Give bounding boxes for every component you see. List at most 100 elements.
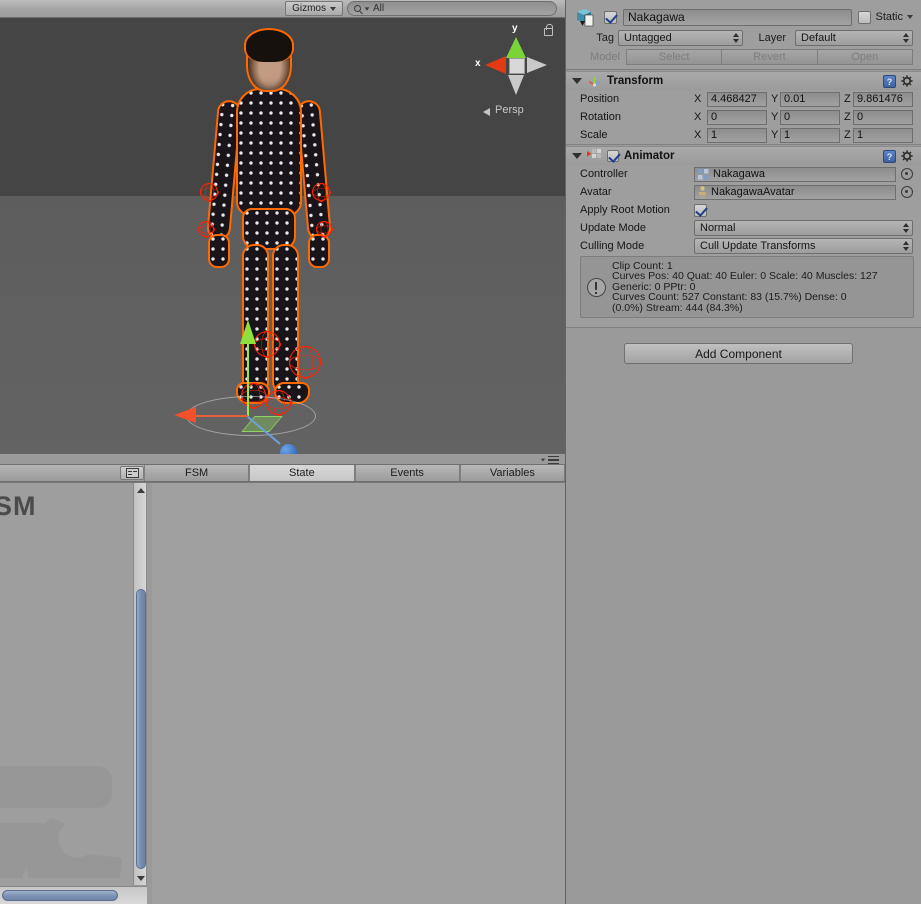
object-name-value: Nakagawa bbox=[628, 10, 685, 24]
scale-z-input[interactable]: 1 bbox=[853, 127, 913, 143]
scene-viewport[interactable]: y x Persp bbox=[0, 18, 565, 454]
transform-component: Transform ? Position X 4.468427 Y 0.01 Z… bbox=[566, 71, 921, 145]
gizmo-axis-xneg-cone-icon[interactable] bbox=[527, 57, 547, 73]
update-mode-dropdown[interactable]: Normal bbox=[694, 220, 913, 236]
panel-splitter[interactable] bbox=[0, 454, 565, 464]
model-revert-button[interactable]: Revert bbox=[722, 49, 818, 65]
character-hair bbox=[244, 28, 294, 62]
tab-fsm[interactable]: FSM bbox=[144, 465, 250, 481]
avatar-objectfield[interactable]: NakagawaAvatar bbox=[694, 184, 896, 200]
chevron-down-icon bbox=[330, 6, 336, 11]
transform-component-header[interactable]: Transform ? bbox=[566, 72, 921, 90]
persp-toggle-icon[interactable] bbox=[483, 108, 490, 116]
chevron-down-icon bbox=[137, 875, 145, 881]
apply-root-motion-label: Apply Root Motion bbox=[580, 204, 670, 216]
axis-x-label: X bbox=[694, 111, 702, 123]
inspector-panel: Nakagawa Static Tag Untagged Layer Defau… bbox=[565, 0, 921, 904]
scroll-thumb-vertical[interactable] bbox=[136, 589, 146, 869]
gizmo-axis-y-cone-icon[interactable] bbox=[506, 37, 526, 58]
animator-enabled-checkbox[interactable] bbox=[607, 150, 619, 162]
tag-layer-row: Tag Untagged Layer Default bbox=[566, 29, 921, 47]
position-x-input[interactable]: 4.468427 bbox=[707, 91, 767, 107]
fsm-graph-area[interactable]: SM bbox=[0, 483, 133, 885]
updown-arrows-icon bbox=[903, 241, 909, 251]
controller-picker-button[interactable] bbox=[901, 168, 913, 180]
gizmo-z-axis-handle[interactable] bbox=[280, 444, 297, 454]
axis-z-label: Z bbox=[844, 111, 851, 123]
fsm-panel-body: SM bbox=[0, 482, 565, 904]
scale-y-input[interactable]: 1 bbox=[780, 127, 840, 143]
tab-state[interactable]: State bbox=[249, 465, 355, 481]
axis-x-label: X bbox=[694, 129, 702, 141]
static-toggle-group[interactable]: Static bbox=[858, 10, 913, 24]
chevron-up-icon bbox=[137, 487, 145, 493]
collider-gizmo-sphere bbox=[312, 183, 330, 201]
fsm-horizontal-scrollbar[interactable] bbox=[0, 886, 147, 904]
search-filter-caret-icon[interactable] bbox=[364, 6, 370, 11]
object-name-input[interactable]: Nakagawa bbox=[623, 8, 853, 26]
gear-icon[interactable] bbox=[901, 75, 913, 87]
tab-variables[interactable]: Variables bbox=[459, 465, 565, 481]
scroll-up-button[interactable] bbox=[134, 483, 148, 497]
gizmo-axis-ydown-cone-icon[interactable] bbox=[508, 75, 524, 95]
avatar-label: Avatar bbox=[580, 186, 612, 198]
fsm-vertical-scrollbar[interactable] bbox=[133, 483, 147, 885]
static-checkbox[interactable] bbox=[858, 10, 872, 24]
model-open-button[interactable]: Open bbox=[817, 49, 913, 65]
add-component-button[interactable]: Add Component bbox=[624, 343, 853, 364]
scroll-down-button[interactable] bbox=[134, 871, 148, 885]
model-select-button[interactable]: Select bbox=[626, 49, 723, 65]
fsm-state-inspector-area[interactable] bbox=[152, 483, 565, 904]
avatar-value: NakagawaAvatar bbox=[711, 186, 795, 198]
tag-dropdown[interactable]: Untagged bbox=[618, 30, 743, 46]
rotation-x-input[interactable]: 0 bbox=[707, 109, 767, 125]
lock-icon[interactable] bbox=[544, 24, 553, 36]
culling-mode-value: Cull Update Transforms bbox=[700, 240, 816, 252]
gizmo-y-axis-handle[interactable] bbox=[240, 320, 256, 344]
tab-events-label: Events bbox=[390, 467, 424, 479]
transform-rotation-row: Rotation X 0 Y 0 Z 0 bbox=[566, 108, 921, 126]
animator-icon bbox=[587, 148, 602, 164]
culling-mode-dropdown[interactable]: Cull Update Transforms bbox=[694, 238, 913, 254]
character-torso bbox=[236, 88, 302, 216]
help-icon[interactable]: ? bbox=[883, 149, 896, 163]
object-enabled-checkbox[interactable] bbox=[604, 10, 617, 24]
axis-y-label: Y bbox=[771, 93, 779, 105]
foldout-triangle-icon[interactable] bbox=[572, 78, 582, 84]
projection-mode-label[interactable]: Persp bbox=[495, 104, 524, 116]
transform-move-gizmo[interactable] bbox=[174, 318, 348, 454]
scene-orientation-gizmo[interactable]: y x Persp bbox=[475, 23, 555, 123]
fsm-window-button[interactable] bbox=[120, 466, 144, 480]
gizmo-x-axis-handle[interactable] bbox=[174, 407, 196, 423]
panel-options-menu[interactable] bbox=[540, 456, 559, 464]
layer-dropdown[interactable]: Default bbox=[795, 30, 913, 46]
tab-state-label: State bbox=[289, 467, 315, 479]
scale-x-input[interactable]: 1 bbox=[707, 127, 767, 143]
gizmo-axis-x-cone-icon[interactable] bbox=[485, 56, 506, 74]
animator-component-header[interactable]: Animator ? bbox=[566, 147, 921, 165]
scene-search-input[interactable]: All bbox=[347, 1, 557, 16]
gizmo-center-cube[interactable] bbox=[509, 58, 525, 74]
rotation-y-input[interactable]: 0 bbox=[780, 109, 840, 125]
gear-icon[interactable] bbox=[901, 150, 913, 162]
rotation-z-input[interactable]: 0 bbox=[853, 109, 913, 125]
apply-root-motion-checkbox[interactable] bbox=[694, 203, 707, 217]
help-icon[interactable]: ? bbox=[883, 74, 896, 88]
update-mode-label: Update Mode bbox=[580, 222, 647, 234]
tab-events[interactable]: Events bbox=[354, 465, 460, 481]
position-z-input[interactable]: 9.861476 bbox=[853, 91, 913, 107]
scale-label: Scale bbox=[580, 129, 608, 141]
position-y-input[interactable]: 0.01 bbox=[780, 91, 840, 107]
chevron-down-icon[interactable] bbox=[907, 15, 913, 19]
scene-view-toolbar: Gizmos All bbox=[0, 0, 565, 18]
window-icon bbox=[125, 468, 139, 478]
controller-objectfield[interactable]: Nakagawa bbox=[694, 166, 896, 182]
scroll-thumb-horizontal[interactable] bbox=[2, 890, 118, 901]
axis-y-label: Y bbox=[771, 129, 779, 141]
avatar-picker-button[interactable] bbox=[901, 186, 913, 198]
gizmos-button[interactable]: Gizmos bbox=[285, 1, 343, 16]
updown-arrows-icon bbox=[733, 33, 739, 43]
foldout-triangle-icon[interactable] bbox=[572, 153, 582, 159]
animator-controller-icon bbox=[698, 168, 709, 180]
collider-gizmo-sphere bbox=[316, 221, 332, 237]
